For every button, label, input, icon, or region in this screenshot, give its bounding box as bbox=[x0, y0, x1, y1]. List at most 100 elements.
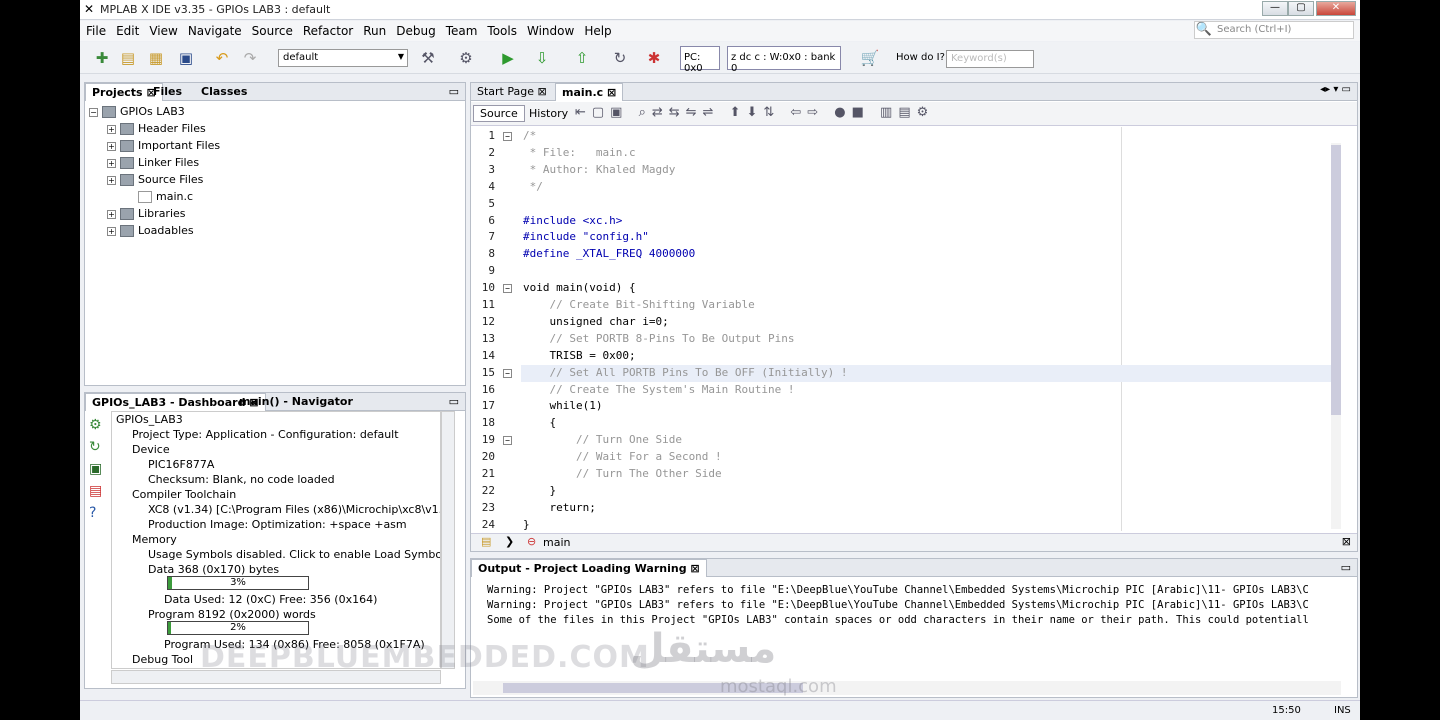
project-properties-icon[interactable]: ⚙ bbox=[89, 417, 107, 439]
minimize-panel-icon[interactable]: ▭ bbox=[449, 85, 459, 98]
editor-scrollbar[interactable] bbox=[1331, 143, 1341, 529]
code-line[interactable]: #include <xc.h> bbox=[523, 214, 622, 227]
tree-item[interactable]: + Libraries bbox=[89, 205, 465, 222]
tab-classes[interactable]: Classes bbox=[195, 83, 253, 101]
dashboard-item[interactable]: Data 368 (0x170) bytes bbox=[116, 562, 440, 577]
redo-icon[interactable]: ↷ bbox=[240, 48, 260, 68]
code-line[interactable]: */ bbox=[523, 180, 543, 193]
dashboard-item[interactable]: Data Used: 12 (0xC) Free: 356 (0x164) bbox=[116, 592, 440, 607]
tree-item[interactable]: + Important Files bbox=[89, 137, 465, 154]
dashboard-item[interactable]: Project Type: Application - Configuratio… bbox=[116, 427, 440, 442]
open-project-icon[interactable]: ▦ bbox=[146, 48, 166, 68]
menu-team[interactable]: Team bbox=[440, 21, 482, 38]
maximize-button[interactable]: ▢ bbox=[1288, 1, 1314, 16]
menu-file[interactable]: File bbox=[80, 21, 110, 38]
menu-source[interactable]: Source bbox=[246, 21, 297, 38]
tab-source[interactable]: Source bbox=[473, 105, 525, 122]
code-line[interactable]: TRISB = 0x00; bbox=[523, 349, 635, 362]
code-line[interactable]: // Set All PORTB Pins To Be OFF (Initial… bbox=[523, 366, 847, 379]
code-line[interactable]: void main(void) { bbox=[523, 281, 636, 294]
dashboard-item[interactable]: Program 8192 (0x2000) words bbox=[116, 607, 440, 622]
code-line[interactable]: } bbox=[523, 484, 556, 497]
close-icon[interactable]: ⊠ bbox=[1342, 535, 1351, 548]
tree-item[interactable]: + Loadables bbox=[89, 222, 465, 239]
code-line[interactable]: return; bbox=[523, 501, 595, 514]
output-h-scrollbar[interactable] bbox=[473, 681, 1341, 695]
minimize-panel-icon[interactable]: ▭ bbox=[1341, 561, 1351, 574]
code-line[interactable]: // Set PORTB 8-Pins To Be Output Pins bbox=[523, 332, 794, 345]
code-line[interactable]: // Turn One Side bbox=[523, 433, 682, 446]
minimize-button[interactable]: — bbox=[1262, 1, 1288, 16]
code-line[interactable]: * File: main.c bbox=[523, 146, 636, 159]
code-line[interactable]: } bbox=[523, 518, 530, 531]
menu-help[interactable]: Help bbox=[578, 21, 615, 38]
tree-item[interactable]: + Linker Files bbox=[89, 154, 465, 171]
keyword-input[interactable]: Keyword(s) bbox=[946, 50, 1034, 68]
menu-run[interactable]: Run bbox=[357, 21, 390, 38]
code-line[interactable]: * Author: Khaled Magdy bbox=[523, 163, 676, 176]
breadcrumb[interactable]: main bbox=[543, 536, 570, 549]
refresh-debug-tool-icon[interactable]: ↻ bbox=[89, 439, 107, 461]
code-area[interactable]: /* * File: main.c * Author: Khaled Magdy… bbox=[471, 127, 1333, 531]
expand-toggle-icon[interactable]: + bbox=[107, 124, 116, 134]
dashboard-item[interactable]: Memory bbox=[116, 532, 440, 547]
program-device-icon[interactable]: ⇧ bbox=[572, 48, 592, 68]
menu-window[interactable]: Window bbox=[521, 21, 578, 38]
expand-toggle-icon[interactable]: + bbox=[107, 141, 116, 151]
make-program-icon[interactable]: ⇩ bbox=[532, 48, 552, 68]
close-button[interactable]: ✕ bbox=[1316, 1, 1356, 16]
dashboard-item[interactable]: Production Image: Optimization: +space +… bbox=[116, 517, 440, 532]
dashboard-item[interactable]: GPIOs_LAB3 bbox=[116, 412, 440, 427]
minimize-panel-icon[interactable]: ▭ bbox=[449, 395, 459, 408]
code-line[interactable]: // Turn The Other Side bbox=[523, 467, 722, 480]
build-icon[interactable]: ⚒ bbox=[418, 48, 438, 68]
configuration-select[interactable]: default ▼ bbox=[278, 49, 408, 67]
tab-files[interactable]: Files bbox=[147, 83, 188, 101]
new-project-icon[interactable]: ▤ bbox=[118, 48, 138, 68]
tab-history[interactable]: History bbox=[525, 106, 572, 121]
clean-build-icon[interactable]: ⚙ bbox=[456, 48, 476, 68]
menu-edit[interactable]: Edit bbox=[110, 21, 143, 38]
dashboard-item[interactable]: Device bbox=[116, 442, 440, 457]
chip-icon[interactable]: ▣ bbox=[89, 461, 107, 483]
tree-item[interactable]: + Source Files bbox=[89, 171, 465, 188]
menu-debug[interactable]: Debug bbox=[390, 21, 439, 38]
help-icon[interactable]: ? bbox=[89, 505, 107, 527]
code-line[interactable]: #include "config.h" bbox=[523, 230, 649, 243]
code-line[interactable]: // Create The System's Main Routine ! bbox=[523, 383, 794, 396]
expand-toggle-icon[interactable]: + bbox=[107, 226, 116, 236]
new-file-icon[interactable]: ✚ bbox=[92, 48, 112, 68]
dashboard-item[interactable]: Checksum: Blank, no code loaded bbox=[116, 472, 440, 487]
expand-toggle-icon[interactable]: + bbox=[107, 158, 116, 168]
dashboard-item[interactable]: XC8 (v1.34) [C:\Program Files (x86)\Micr… bbox=[116, 502, 440, 517]
code-line[interactable]: #define _XTAL_FREQ 4000000 bbox=[523, 247, 695, 260]
vertical-scrollbar[interactable] bbox=[441, 411, 455, 669]
tab-main-c[interactable]: main.c ⊠ bbox=[555, 83, 624, 101]
cart-icon[interactable]: 🛒 bbox=[860, 48, 880, 68]
dashboard-item[interactable]: PIC16F877A bbox=[116, 457, 440, 472]
code-line[interactable]: // Create Bit-Shifting Variable bbox=[523, 298, 754, 311]
dashboard-item[interactable]: Usage Symbols disabled. Click to enable … bbox=[116, 547, 440, 562]
tab-navigator[interactable]: main() - Navigator bbox=[233, 393, 359, 411]
code-line[interactable]: // Wait For a Second ! bbox=[523, 450, 722, 463]
code-line[interactable]: unsigned char i=0; bbox=[523, 315, 668, 328]
save-all-icon[interactable]: ▣ bbox=[176, 48, 196, 68]
tab-output[interactable]: Output - Project Loading Warning ⊠ bbox=[471, 559, 707, 577]
window-nav-icons[interactable]: ◂▸ ▾ ▭ bbox=[1320, 84, 1351, 95]
menu-refactor[interactable]: Refactor bbox=[297, 21, 357, 38]
tree-item[interactable]: − GPIOs LAB3 bbox=[89, 103, 465, 120]
undo-icon[interactable]: ↶ bbox=[212, 48, 232, 68]
expand-toggle-icon[interactable]: + bbox=[107, 175, 116, 185]
expand-toggle-icon[interactable]: − bbox=[89, 107, 98, 117]
dashboard-item[interactable]: Compiler Toolchain bbox=[116, 487, 440, 502]
code-line[interactable]: while(1) bbox=[523, 399, 602, 412]
run-icon[interactable]: ▶ bbox=[498, 48, 518, 68]
tab-start-page[interactable]: Start Page ⊠ bbox=[471, 83, 553, 101]
pdf-icon[interactable]: ▤ bbox=[89, 483, 107, 505]
editor-actions-icons[interactable]: ⇤▢▣ ⌕⇄⇆⇋⇌ ⬆⬇⇅ ⇦⇨ ●■ ▥▤⚙ bbox=[575, 105, 934, 120]
tree-item[interactable]: main.c bbox=[89, 188, 465, 205]
code-line[interactable]: { bbox=[523, 416, 556, 429]
debug-icon[interactable]: ✱ bbox=[644, 48, 664, 68]
code-line[interactable]: /* bbox=[523, 129, 536, 142]
menu-navigate[interactable]: Navigate bbox=[182, 21, 246, 38]
